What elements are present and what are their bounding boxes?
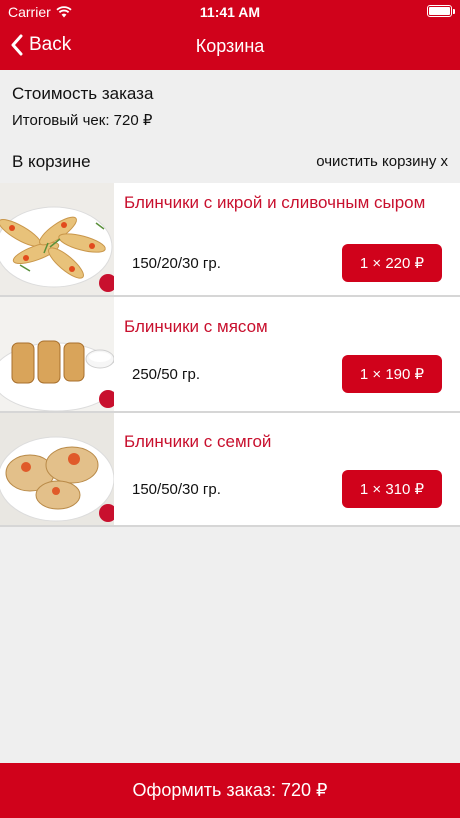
cart-item[interactable]: Блинчики с икрой и сливочным сыром 150/2…	[0, 183, 460, 297]
page-title: Корзина	[195, 36, 265, 56]
item-photo	[0, 413, 114, 525]
order-cost-heading: Стоимость заказа	[12, 84, 154, 103]
item-weight: 150/50/30 гр.	[132, 481, 221, 498]
clear-cart-button[interactable]: очистить корзину x	[316, 153, 448, 170]
order-total: Итоговый чек: 720 ₽	[12, 112, 153, 129]
quantity-price-button[interactable]: 1 × 220 ₽	[342, 244, 442, 282]
item-name: Блинчики с икрой и сливочным сыром	[124, 193, 426, 212]
status-bar: Carrier 11:41 AM	[0, 0, 460, 24]
cart-item[interactable]: Блинчики с семгой 150/50/30 гр. 1 × 310 …	[0, 413, 460, 527]
item-photo	[0, 297, 114, 411]
item-weight: 150/20/30 гр.	[132, 255, 221, 272]
quantity-price-button[interactable]: 1 × 190 ₽	[342, 355, 442, 393]
cart-item[interactable]: Блинчики с мясом 250/50 гр. 1 × 190 ₽	[0, 297, 460, 413]
navigation-bar: Back Корзина	[0, 24, 460, 70]
status-time: 11:41 AM	[199, 4, 261, 20]
cart-screen: Carrier 11:41 AM Back Корзина Стоимость …	[0, 0, 460, 818]
item-photo	[0, 183, 114, 295]
item-weight: 250/50 гр.	[132, 366, 201, 383]
quantity-price-button[interactable]: 1 × 310 ₽	[342, 470, 442, 508]
cart-heading: В корзине	[12, 152, 91, 171]
battery-icon	[427, 5, 455, 17]
item-name: Блинчики с мясом	[124, 317, 268, 336]
checkout-button[interactable]: Оформить заказ: 720 ₽	[0, 763, 460, 818]
item-name: Блинчики с семгой	[124, 432, 272, 451]
